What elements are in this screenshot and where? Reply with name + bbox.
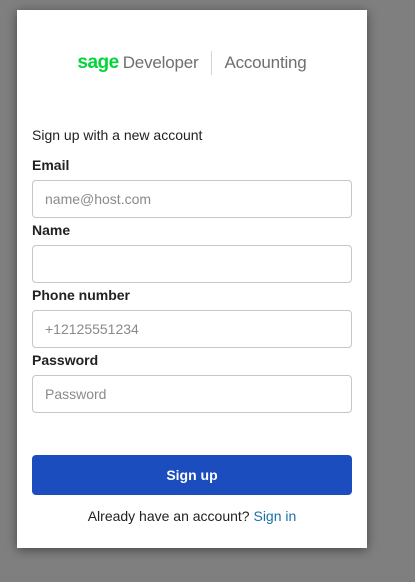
password-field[interactable] <box>32 375 352 413</box>
name-label: Name <box>32 222 71 238</box>
signup-card: sage Developer Accounting Sign up with a… <box>17 10 367 548</box>
signin-prompt-row: Already have an account? Sign in <box>17 508 367 524</box>
signin-prompt-text: Already have an account? <box>87 508 250 524</box>
email-field[interactable] <box>32 180 352 218</box>
brand-header: sage Developer Accounting <box>17 50 367 76</box>
developer-label: Developer <box>122 53 199 72</box>
phone-label: Phone number <box>32 287 131 303</box>
email-label: Email <box>32 157 70 173</box>
sign-in-link[interactable]: Sign in <box>253 508 296 524</box>
password-label: Password <box>32 352 99 368</box>
phone-field[interactable] <box>32 310 352 348</box>
product-label: Accounting <box>224 53 307 72</box>
signup-intro: Sign up with a new account <box>32 127 203 143</box>
brand-divider <box>211 51 213 75</box>
sage-logo: sage <box>77 52 119 73</box>
name-field[interactable] <box>32 245 352 283</box>
sign-up-button[interactable]: Sign up <box>32 455 352 495</box>
